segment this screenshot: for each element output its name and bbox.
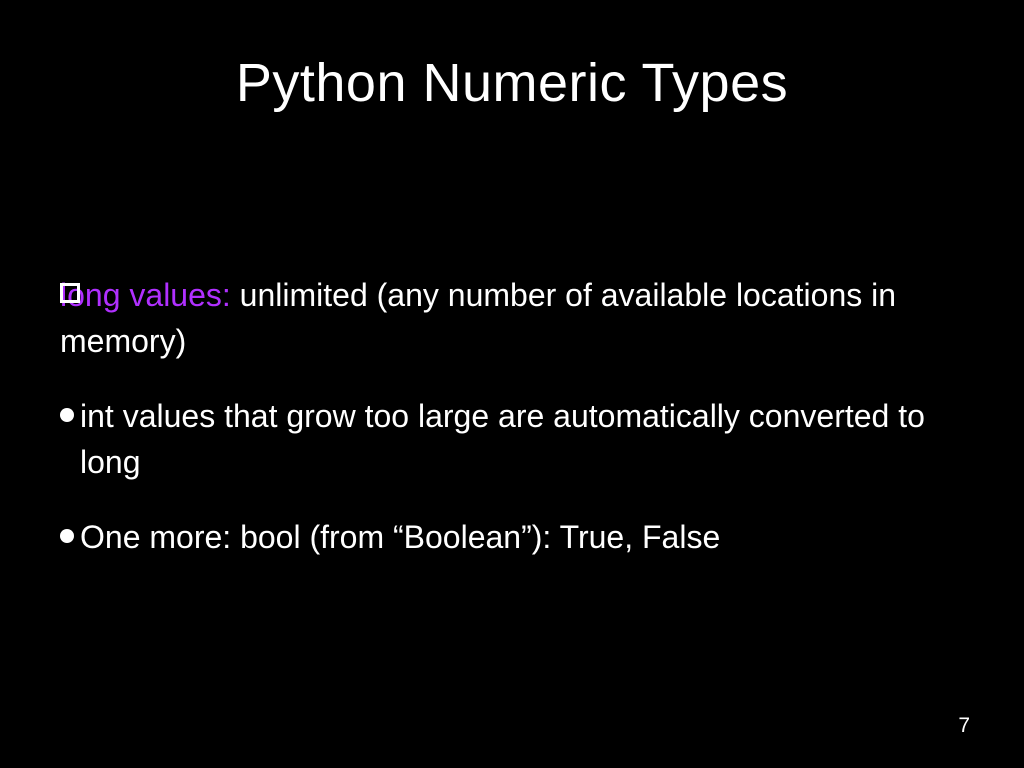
slide: Python Numeric Types long values: unlimi… (0, 0, 1024, 768)
bullet-item: One more: bool (from “Boolean”): True, F… (60, 514, 964, 560)
bullet-item: long values: unlimited (any number of av… (60, 272, 964, 365)
bullet-text: long values: unlimited (any number of av… (60, 272, 964, 365)
slide-title: Python Numeric Types (0, 0, 1024, 114)
bullet-text: One more: bool (from “Boolean”): True, F… (80, 514, 964, 560)
bullet-item: int values that grow too large are autom… (60, 393, 964, 486)
page-number: 7 (958, 714, 970, 738)
bullet-text: int values that grow too large are autom… (80, 393, 964, 486)
highlight-text: long values: (60, 277, 231, 313)
slide-content: long values: unlimited (any number of av… (0, 272, 1024, 560)
bullet-marker-icon (60, 529, 74, 543)
bullet-marker-icon (60, 408, 74, 422)
bullet-marker-icon (60, 283, 80, 303)
